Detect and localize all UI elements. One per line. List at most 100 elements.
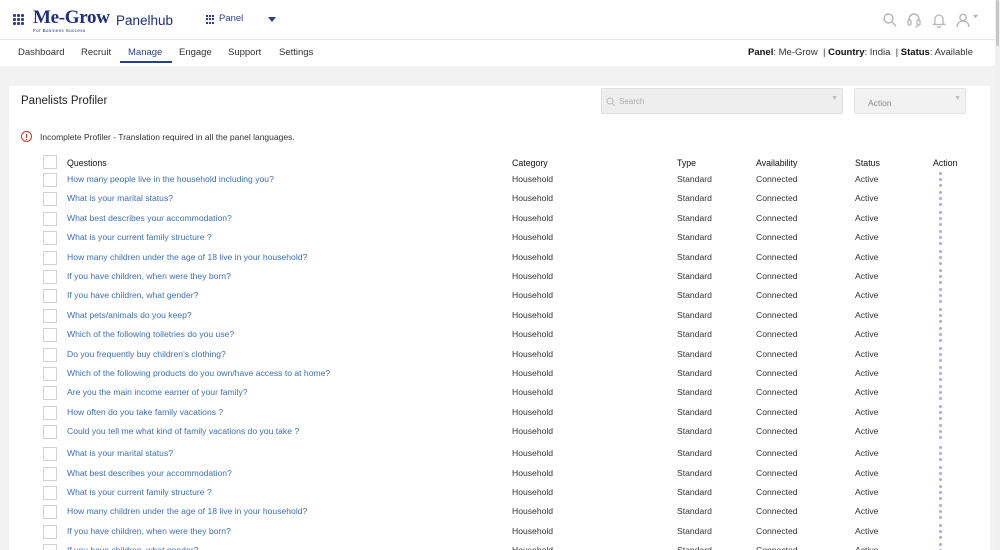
- question-link[interactable]: What is your current family structure ?: [67, 487, 212, 497]
- question-link[interactable]: Which of the following products do you o…: [67, 368, 330, 378]
- question-link[interactable]: If you have children, when were they bor…: [67, 526, 231, 536]
- row-actions-icon[interactable]: [938, 172, 944, 190]
- tab-dashboard[interactable]: Dashboard: [18, 47, 64, 58]
- question-link[interactable]: Could you tell me what kind of family va…: [67, 426, 299, 436]
- table-row[interactable]: How many children under the age of 18 li…: [9, 502, 990, 522]
- row-actions-icon[interactable]: [938, 446, 944, 464]
- row-checkbox[interactable]: [43, 505, 57, 520]
- table-row[interactable]: If you have children, what gender? Househ…: [9, 286, 990, 306]
- row-checkbox[interactable]: [43, 486, 57, 500]
- panel-dropdown[interactable]: Panel: [219, 13, 243, 24]
- table-row[interactable]: If you have children, when were they bor…: [9, 522, 990, 542]
- row-actions-icon[interactable]: [938, 269, 944, 287]
- question-link[interactable]: How often do you take family vacations ?: [67, 407, 223, 417]
- question-link[interactable]: Do you frequently buy children's clothin…: [67, 349, 226, 359]
- row-actions-icon[interactable]: [938, 404, 944, 423]
- tab-engage[interactable]: Engage: [179, 47, 212, 58]
- row-actions-icon[interactable]: [938, 523, 944, 542]
- row-checkbox[interactable]: [43, 447, 57, 462]
- logo[interactable]: Me-Grow For Business Success: [33, 8, 110, 33]
- row-actions-icon[interactable]: [938, 230, 944, 248]
- row-actions-icon[interactable]: [938, 366, 944, 384]
- table-row[interactable]: How often do you take family vacations ?…: [9, 403, 990, 423]
- question-link[interactable]: What pets/animals do you keep?: [67, 310, 192, 320]
- row-checkbox[interactable]: [43, 192, 57, 207]
- bell-icon[interactable]: [931, 12, 947, 28]
- tab-manage[interactable]: Manage: [128, 47, 162, 58]
- row-checkbox[interactable]: [43, 367, 57, 381]
- row-checkbox[interactable]: [43, 231, 57, 246]
- table-row[interactable]: What pets/animals do you keep? Household S…: [9, 306, 990, 326]
- table-row[interactable]: Do you frequently buy children's clothin…: [9, 345, 990, 365]
- row-checkbox[interactable]: [43, 347, 57, 362]
- question-link[interactable]: What is your current family structure ?: [67, 232, 212, 242]
- table-row[interactable]: If you have children, what gender? Househ…: [9, 541, 990, 550]
- row-checkbox[interactable]: [43, 544, 57, 550]
- page-scrollbar[interactable]: [995, 0, 1000, 550]
- row-checkbox[interactable]: [43, 308, 57, 323]
- row-actions-icon[interactable]: [938, 424, 944, 442]
- question-link[interactable]: Are you the main income earner of your f…: [67, 387, 248, 397]
- row-actions-icon[interactable]: [938, 327, 944, 345]
- search-icon[interactable]: [882, 12, 898, 28]
- tab-support[interactable]: Support: [228, 47, 261, 58]
- table-row[interactable]: What best describes your accommodation? H…: [9, 464, 990, 484]
- question-link[interactable]: What is your marital status?: [67, 448, 173, 458]
- row-checkbox[interactable]: [43, 270, 57, 284]
- row-checkbox[interactable]: [43, 328, 57, 343]
- row-actions-icon[interactable]: [938, 288, 944, 306]
- row-checkbox[interactable]: [43, 289, 57, 304]
- question-link[interactable]: What best describes your accommodation?: [67, 468, 232, 478]
- question-link[interactable]: If you have children, when were they bor…: [67, 271, 231, 281]
- question-link[interactable]: Which of the following toiletries do you…: [67, 329, 234, 339]
- question-link[interactable]: What is your marital status?: [67, 193, 173, 203]
- table-row[interactable]: What is your current family structure ? H…: [9, 228, 990, 248]
- table-row[interactable]: Which of the following products do you o…: [9, 364, 990, 384]
- row-checkbox[interactable]: [43, 386, 57, 401]
- table-row[interactable]: How many children under the age of 18 li…: [9, 248, 990, 268]
- question-link[interactable]: How many children under the age of 18 li…: [67, 252, 307, 262]
- row-actions-icon[interactable]: [938, 191, 944, 209]
- row-checkbox[interactable]: [43, 173, 57, 187]
- app-launcher-icon[interactable]: [13, 14, 24, 25]
- row-actions-icon[interactable]: [938, 465, 944, 484]
- tab-recruit[interactable]: Recruit: [81, 47, 111, 58]
- row-actions-icon[interactable]: [938, 543, 944, 550]
- row-actions-icon[interactable]: [938, 485, 944, 503]
- row-checkbox[interactable]: [43, 405, 57, 420]
- select-all-checkbox[interactable]: [43, 155, 57, 169]
- headset-icon[interactable]: [906, 12, 922, 28]
- row-actions-icon[interactable]: [938, 385, 944, 403]
- row-actions-icon[interactable]: [938, 210, 944, 229]
- question-link[interactable]: What best describes your accommodation?: [67, 213, 232, 223]
- row-checkbox[interactable]: [43, 466, 57, 481]
- row-checkbox[interactable]: [43, 211, 57, 226]
- question-link[interactable]: If you have children, what gender?: [67, 290, 198, 300]
- tab-settings[interactable]: Settings: [279, 47, 313, 58]
- page-scrollbar-thumb[interactable]: [996, 0, 999, 46]
- row-actions-icon[interactable]: [938, 307, 944, 326]
- table-row[interactable]: Could you tell me what kind of family va…: [9, 422, 990, 442]
- table-row[interactable]: What is your current family structure ? H…: [9, 483, 990, 503]
- table-row[interactable]: If you have children, when were they bor…: [9, 267, 990, 287]
- chevron-down-icon[interactable]: [268, 17, 276, 22]
- table-row[interactable]: What best describes your accommodation? H…: [9, 209, 990, 229]
- action-dropdown[interactable]: Action ▼: [854, 88, 966, 114]
- search-input[interactable]: Search ▼: [601, 88, 843, 114]
- row-actions-icon[interactable]: [938, 504, 944, 522]
- table-row[interactable]: How many people live in the household in…: [9, 170, 990, 190]
- user-menu-chevron-icon[interactable]: [972, 13, 979, 20]
- question-link[interactable]: How many people live in the household in…: [67, 174, 274, 184]
- row-checkbox[interactable]: [43, 250, 57, 265]
- table-row[interactable]: What is your marital status? Household Sta…: [9, 189, 990, 209]
- table-row[interactable]: Which of the following toiletries do you…: [9, 325, 990, 345]
- table-row[interactable]: Are you the main income earner of your f…: [9, 383, 990, 403]
- row-actions-icon[interactable]: [938, 249, 944, 268]
- question-link[interactable]: If you have children, what gender?: [67, 545, 198, 550]
- row-actions-icon[interactable]: [938, 346, 944, 365]
- question-link[interactable]: How many children under the age of 18 li…: [67, 506, 307, 516]
- user-icon[interactable]: [955, 12, 971, 28]
- table-row[interactable]: What is your marital status? Household Sta…: [9, 444, 990, 464]
- row-checkbox[interactable]: [43, 425, 57, 440]
- row-checkbox[interactable]: [43, 524, 57, 539]
